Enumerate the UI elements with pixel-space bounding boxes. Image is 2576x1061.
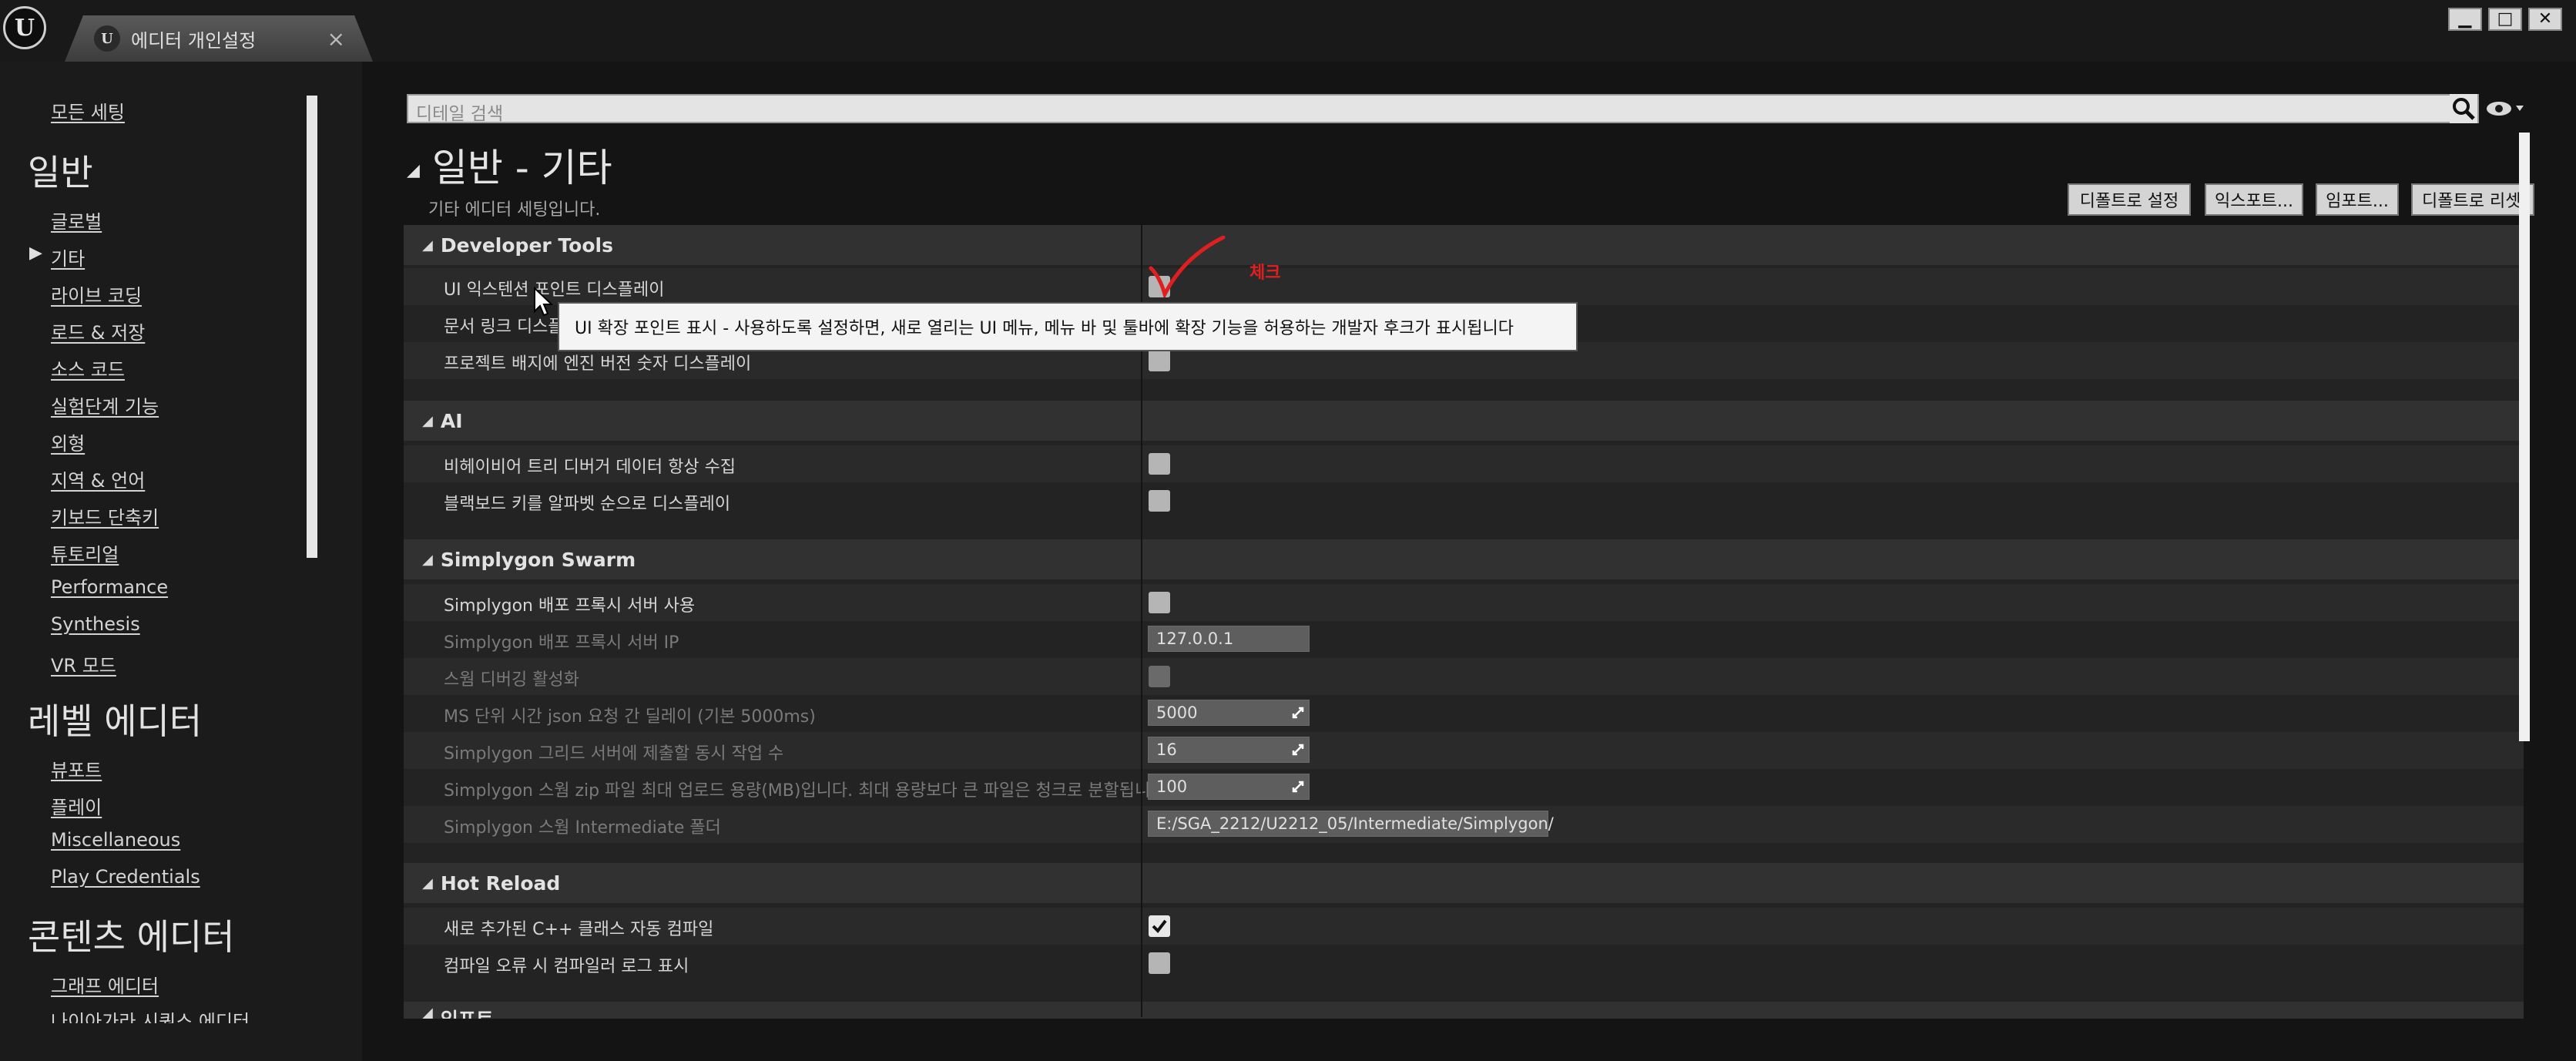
sidebar-item-miscellaneous[interactable]: Miscellaneous bbox=[51, 829, 180, 851]
delay-spinbox[interactable]: 5000 bbox=[1148, 700, 1310, 726]
sidebar-item-tutorials[interactable]: 튜토리얼 bbox=[51, 539, 119, 566]
title-bar: U U 에디터 개인설정 × ▁ □ ✕ bbox=[0, 0, 2576, 62]
eye-view-options-icon[interactable] bbox=[2485, 97, 2525, 120]
row-simplygon-proxy-ip: Simplygon 배포 프록시 서버 IP bbox=[444, 633, 679, 653]
section-subtitle: 기타 에디터 세팅입니다. bbox=[428, 200, 601, 220]
search-icon[interactable] bbox=[2450, 94, 2477, 123]
sidebar-item-play[interactable]: 플레이 bbox=[51, 792, 102, 819]
sidebar-item-vr-mode[interactable]: VR 모드 bbox=[51, 650, 116, 677]
sidebar-item-play-credentials[interactable]: Play Credentials bbox=[51, 866, 200, 888]
red-check-annotation-icon bbox=[1149, 236, 1226, 297]
sidebar-group-general: 일반 bbox=[28, 152, 93, 193]
row-simplygon-proxy-server: Simplygon 배포 프록시 서버 사용 bbox=[404, 584, 2524, 621]
sidebar-item-global[interactable]: 글로벌 bbox=[51, 206, 102, 233]
spin-arrows-icon[interactable] bbox=[1292, 744, 1304, 756]
sidebar-item-all-settings[interactable]: 모든 세팅 bbox=[51, 97, 125, 124]
row-concurrent-jobs: Simplygon 그리드 서버에 제출할 동시 작업 수 bbox=[404, 732, 2524, 769]
row-show-compiler-log: 컴파일 오류 시 컴파일러 로그 표시 bbox=[444, 957, 689, 976]
tab-label: 에디터 개인설정 bbox=[131, 29, 257, 52]
sidebar-item-performance[interactable]: Performance bbox=[51, 576, 168, 598]
expand-triangle-icon: ◢ bbox=[422, 875, 433, 891]
annotation-label: 체크 bbox=[1249, 264, 1281, 283]
compiler-log-checkbox[interactable] bbox=[1149, 952, 1170, 974]
row-bt-debugger-collect: 비헤이비어 트리 디버거 데이터 항상 수집 bbox=[404, 445, 2524, 482]
expand-triangle-icon: ◢ bbox=[422, 237, 433, 253]
intermediate-folder-field[interactable]: E:/SGA_2212/U2212_05/Intermediate/Simply… bbox=[1148, 811, 1554, 837]
category-ai[interactable]: ◢ AI bbox=[404, 401, 2524, 441]
tab-close-icon[interactable]: × bbox=[327, 26, 345, 52]
section-title: ◢ 일반 - 기타 bbox=[407, 146, 612, 190]
sidebar-item-keyboard-shortcuts[interactable]: 키보드 단축키 bbox=[51, 502, 159, 529]
maximize-button[interactable]: □ bbox=[2488, 8, 2522, 31]
sidebar-item-appearance[interactable]: 외형 bbox=[51, 428, 85, 455]
details-scrollbar[interactable] bbox=[2519, 133, 2530, 741]
expand-triangle-icon: ◢ bbox=[422, 412, 433, 429]
expand-triangle-icon: ◢ bbox=[422, 1005, 433, 1019]
minimize-button[interactable]: ▁ bbox=[2448, 8, 2482, 31]
row-json-request-delay: MS 단위 시간 json 요청 간 딜레이 (기본 5000ms) bbox=[444, 707, 816, 727]
unreal-logo-icon[interactable]: U bbox=[3, 6, 46, 49]
category-developer-tools[interactable]: ◢ Developer Tools bbox=[404, 225, 2524, 265]
sidebar-group-level-editor: 레벨 에디터 bbox=[28, 700, 203, 742]
sidebar-item-load-save[interactable]: 로드 & 저장 bbox=[51, 317, 145, 344]
tab-editor-preferences[interactable]: U 에디터 개인설정 × bbox=[65, 15, 373, 62]
search-placeholder: 디테일 검색 bbox=[416, 104, 504, 124]
tooltip: UI 확장 포인트 표시 - 사용하도록 설정하면, 새로 열리는 UI 메뉴,… bbox=[558, 302, 1578, 351]
category-import[interactable]: ◢ 임포트 bbox=[404, 1002, 2524, 1019]
bt-debugger-checkbox[interactable] bbox=[1149, 453, 1170, 475]
simplygon-proxy-checkbox[interactable] bbox=[1149, 592, 1170, 613]
sidebar-item-region-language[interactable]: 지역 & 언어 bbox=[51, 465, 145, 492]
spin-arrows-icon[interactable] bbox=[1292, 707, 1304, 719]
row-blackboard-alphabetical: 블랙보드 키를 알파벳 순으로 디스플레이 bbox=[444, 495, 731, 514]
sidebar-item-graph-editor[interactable]: 그래프 에디터 bbox=[51, 971, 159, 998]
category-hot-reload[interactable]: ◢ Hot Reload bbox=[404, 863, 2524, 903]
mouse-cursor-icon bbox=[534, 287, 553, 317]
sidebar-item-viewports[interactable]: 뷰포트 bbox=[51, 755, 102, 782]
set-as-default-button[interactable]: 디폴트로 설정 bbox=[2068, 183, 2191, 216]
row-swarm-debugging: 스웜 디버깅 활성화 bbox=[404, 658, 2524, 695]
reset-to-defaults-button[interactable]: 디폴트로 리셋 bbox=[2411, 183, 2534, 216]
sidebar-scrollbar[interactable] bbox=[307, 96, 317, 558]
auto-compile-checkbox[interactable] bbox=[1149, 915, 1170, 937]
checkmark-icon bbox=[1152, 919, 1167, 934]
expand-triangle-icon: ◢ bbox=[422, 551, 433, 568]
row-ui-extension-points: UI 익스텐션 포인트 디스플레이 bbox=[404, 268, 2524, 305]
jobs-spinbox[interactable]: 16 bbox=[1148, 737, 1310, 763]
server-ip-field[interactable]: 127.0.0.1 bbox=[1148, 626, 1310, 652]
unreal-tab-icon: U bbox=[94, 25, 120, 52]
selected-arrow-icon: ▶ bbox=[29, 243, 42, 263]
sidebar-group-content-editors: 콘텐츠 에디터 bbox=[28, 916, 235, 958]
swarm-debugging-checkbox[interactable] bbox=[1149, 666, 1170, 687]
close-button[interactable]: ✕ bbox=[2528, 8, 2562, 31]
import-button[interactable]: 임포트... bbox=[2316, 183, 2399, 216]
engine-version-badge-checkbox[interactable] bbox=[1149, 350, 1170, 371]
row-auto-compile-cpp: 새로 추가된 C++ 클래스 자동 컴파일 bbox=[404, 908, 2524, 945]
sidebar-item-synthesis[interactable]: Synthesis bbox=[51, 613, 140, 635]
export-button[interactable]: 익스포트... bbox=[2205, 183, 2303, 216]
search-input[interactable]: 디테일 검색 bbox=[407, 94, 2479, 124]
category-simplygon-swarm[interactable]: ◢ Simplygon Swarm bbox=[404, 539, 2524, 579]
sidebar-item-source-code[interactable]: 소스 코드 bbox=[51, 354, 125, 381]
upload-size-spinbox[interactable]: 100 bbox=[1148, 774, 1310, 800]
row-max-upload-size: Simplygon 스웜 zip 파일 최대 업로드 용량(MB)입니다. 최대… bbox=[444, 781, 1166, 801]
spin-arrows-icon[interactable] bbox=[1292, 781, 1304, 793]
sidebar-item-misc[interactable]: 기타 bbox=[51, 243, 85, 270]
sidebar-item-experimental[interactable]: 실험단계 기능 bbox=[51, 391, 159, 418]
blackboard-alphabetical-checkbox[interactable] bbox=[1149, 490, 1170, 512]
collapse-triangle-icon[interactable]: ◢ bbox=[407, 161, 420, 180]
sidebar-item-live-coding[interactable]: 라이브 코딩 bbox=[51, 280, 142, 307]
sidebar-item-niagara-sequence-editor[interactable]: 나이아가라 시퀀스 에디터 bbox=[51, 1006, 250, 1023]
